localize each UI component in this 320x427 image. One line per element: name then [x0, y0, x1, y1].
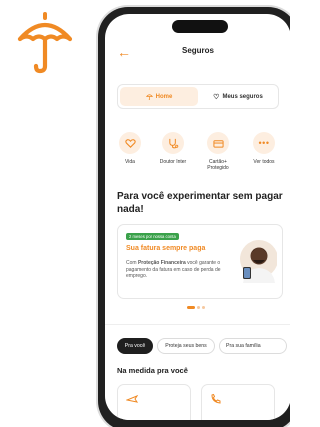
heart-icon	[119, 132, 141, 154]
person-with-phone-photo	[240, 240, 277, 283]
quick-action-doutor-inter[interactable]: Doutor Inter	[153, 132, 193, 165]
carousel-indicator	[187, 306, 217, 310]
phone-screen: ← Seguros Home ♡ Meus seguros Vida Douto…	[105, 14, 290, 420]
hero-text: Para você experimentar sem pagar nada!	[117, 191, 283, 215]
quick-action-vida[interactable]: Vida	[110, 132, 150, 165]
tab-switcher: Home ♡ Meus seguros	[117, 84, 279, 109]
quick-action-cartao-protegido[interactable]: Cartão+ Protegido	[198, 132, 238, 171]
tab-meus-seguros-label: Meus seguros	[222, 93, 263, 100]
promo-heading: Sua fatura sempre paga	[126, 245, 206, 252]
card-icon	[207, 132, 229, 154]
quick-action-ver-todos[interactable]: ••• Ver todos	[244, 132, 284, 165]
divider	[105, 324, 290, 325]
app-header: ← Seguros	[105, 42, 290, 64]
carousel-dot-active	[187, 306, 195, 309]
chip-pra-voce[interactable]: Pra você	[117, 338, 153, 354]
promo-card[interactable]: 2 meses por nossa conta Sua fatura sempr…	[117, 224, 283, 299]
insurance-card[interactable]	[201, 384, 275, 420]
tab-home[interactable]: Home	[120, 87, 198, 106]
chip-pra-sua-familia[interactable]: Pra sua família	[219, 338, 287, 354]
heart-icon: ♡	[213, 93, 220, 101]
umbrella-icon	[145, 94, 153, 100]
quick-action-label: Vida	[125, 159, 135, 165]
dynamic-island	[172, 20, 228, 33]
phone-call-icon	[211, 393, 221, 404]
section-title: Na medida pra você	[117, 366, 188, 375]
promo-body-bold: Proteção Financeira	[137, 260, 186, 266]
promo-body-prefix: Com	[126, 260, 138, 266]
stethoscope-icon	[162, 132, 184, 154]
promo-badge: 2 meses por nossa conta	[126, 233, 179, 240]
quick-action-label: Ver todos	[253, 159, 275, 165]
plane-icon	[126, 395, 138, 403]
insurance-card[interactable]	[117, 384, 191, 420]
quick-action-label: Doutor Inter	[159, 159, 187, 165]
phone-frame: ← Seguros Home ♡ Meus seguros Vida Douto…	[98, 7, 290, 427]
carousel-dot	[197, 306, 200, 309]
more-icon: •••	[253, 132, 275, 154]
page-title: Seguros	[181, 46, 214, 55]
umbrella-icon	[17, 12, 73, 74]
stage: ← Seguros Home ♡ Meus seguros Vida Douto…	[0, 0, 290, 427]
promo-body: Com Proteção Financeira você garante o p…	[126, 260, 224, 280]
carousel-dot	[202, 306, 205, 309]
chip-proteja-seus-bens[interactable]: Proteja seus bens	[157, 338, 215, 354]
quick-action-label: Cartão+ Protegido	[207, 159, 229, 171]
tab-meus-seguros[interactable]: ♡ Meus seguros	[200, 87, 276, 106]
tab-home-label: Home	[155, 93, 173, 100]
